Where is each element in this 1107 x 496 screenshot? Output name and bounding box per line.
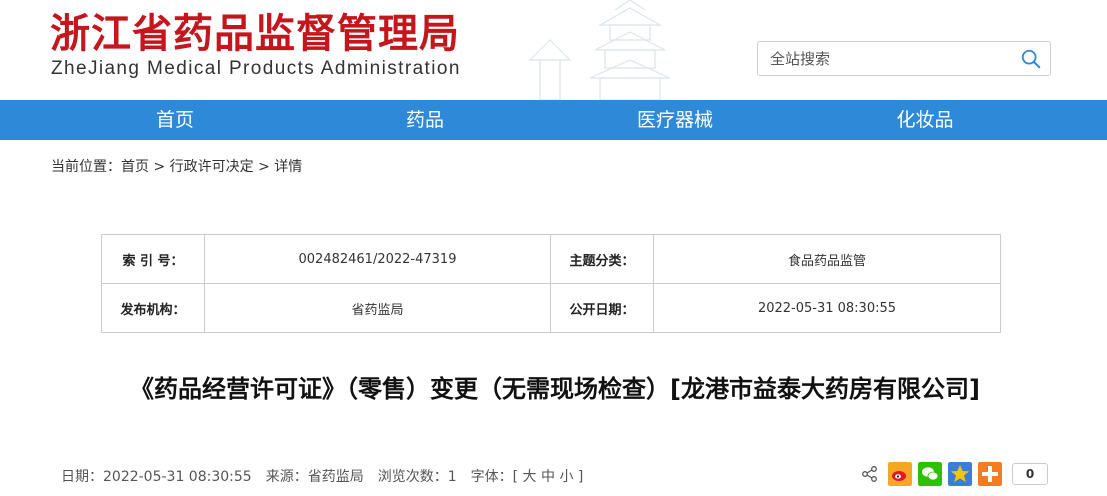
table-row: 索 引 号： 002482461/2022-47319 主题分类： 食品药品监管 [101,234,1001,284]
index-label: 索 引 号： [101,234,205,284]
breadcrumb: 当前位置：首页 > 行政许可决定 > 详情 [51,156,302,176]
font-size-small[interactable]: 小 [559,469,573,485]
more-icon[interactable] [978,462,1002,486]
article-meta: 日期：2022-05-31 08:30:55 来源：省药监局 浏览次数：1 字体… [61,466,597,486]
search-box [757,41,1051,76]
table-row: 发布机构： 省药监局 公开日期： 2022-05-31 08:30:55 [101,283,1001,333]
share-bar: 0 [858,462,1048,486]
font-size-large[interactable]: 大 [523,469,537,485]
site-title-cn[interactable]: 浙江省药品监督管理局 [50,6,460,62]
breadcrumb-separator: > [153,159,166,175]
breadcrumb-home[interactable]: 首页 [121,159,149,175]
publisher-value: 省药监局 [204,283,551,333]
breadcrumb-prefix: 当前位置： [51,159,121,175]
font-close: ] [577,469,584,485]
site-title-en: ZheJiang Medical Products Administration [51,58,461,79]
meta-source: 来源：省药监局 [265,469,364,485]
main-nav: 首页 药品 医疗器械 化妆品 [0,100,1107,140]
search-input[interactable] [758,42,1008,75]
meta-date: 日期：2022-05-31 08:30:55 [61,469,252,485]
pagoda-decoration [528,0,671,100]
font-size-selector: 字体：[ 大 中 小 ] [471,466,584,486]
share-count: 0 [1012,463,1048,485]
breadcrumb-detail: 详情 [274,159,303,175]
weibo-icon[interactable] [888,462,912,486]
date-label: 公开日期： [550,283,654,333]
site-header: 浙江省药品监督管理局 ZheJiang Medical Products Adm… [0,0,1107,100]
wechat-icon[interactable] [918,462,942,486]
index-value: 002482461/2022-47319 [204,234,551,284]
breadcrumb-separator: > [258,159,270,175]
nav-item-home[interactable]: 首页 [0,100,350,140]
article-title: 《药品经营许可证》（零售）变更（无需现场检查）[龙港市益泰大药房有限公司] [130,375,980,403]
topic-label: 主题分类： [550,234,654,284]
breadcrumb-admin-licensing[interactable]: 行政许可决定 [170,159,254,175]
publisher-label: 发布机构： [101,283,205,333]
nav-item-medical-devices[interactable]: 医疗器械 [500,100,850,140]
info-table: 索 引 号： 002482461/2022-47319 主题分类： 食品药品监管… [101,234,1001,333]
date-value: 2022-05-31 08:30:55 [653,283,1001,333]
nav-item-cosmetics[interactable]: 化妆品 [850,100,1000,140]
meta-views: 浏览次数：1 [377,469,457,485]
font-size-medium[interactable]: 中 [541,469,555,485]
font-label: 字体：[ [470,469,519,485]
search-icon[interactable] [1020,48,1042,70]
share-icon[interactable] [858,462,882,486]
topic-value: 食品药品监管 [653,234,1001,284]
qzone-icon[interactable] [948,462,972,486]
nav-item-drugs[interactable]: 药品 [350,100,500,140]
